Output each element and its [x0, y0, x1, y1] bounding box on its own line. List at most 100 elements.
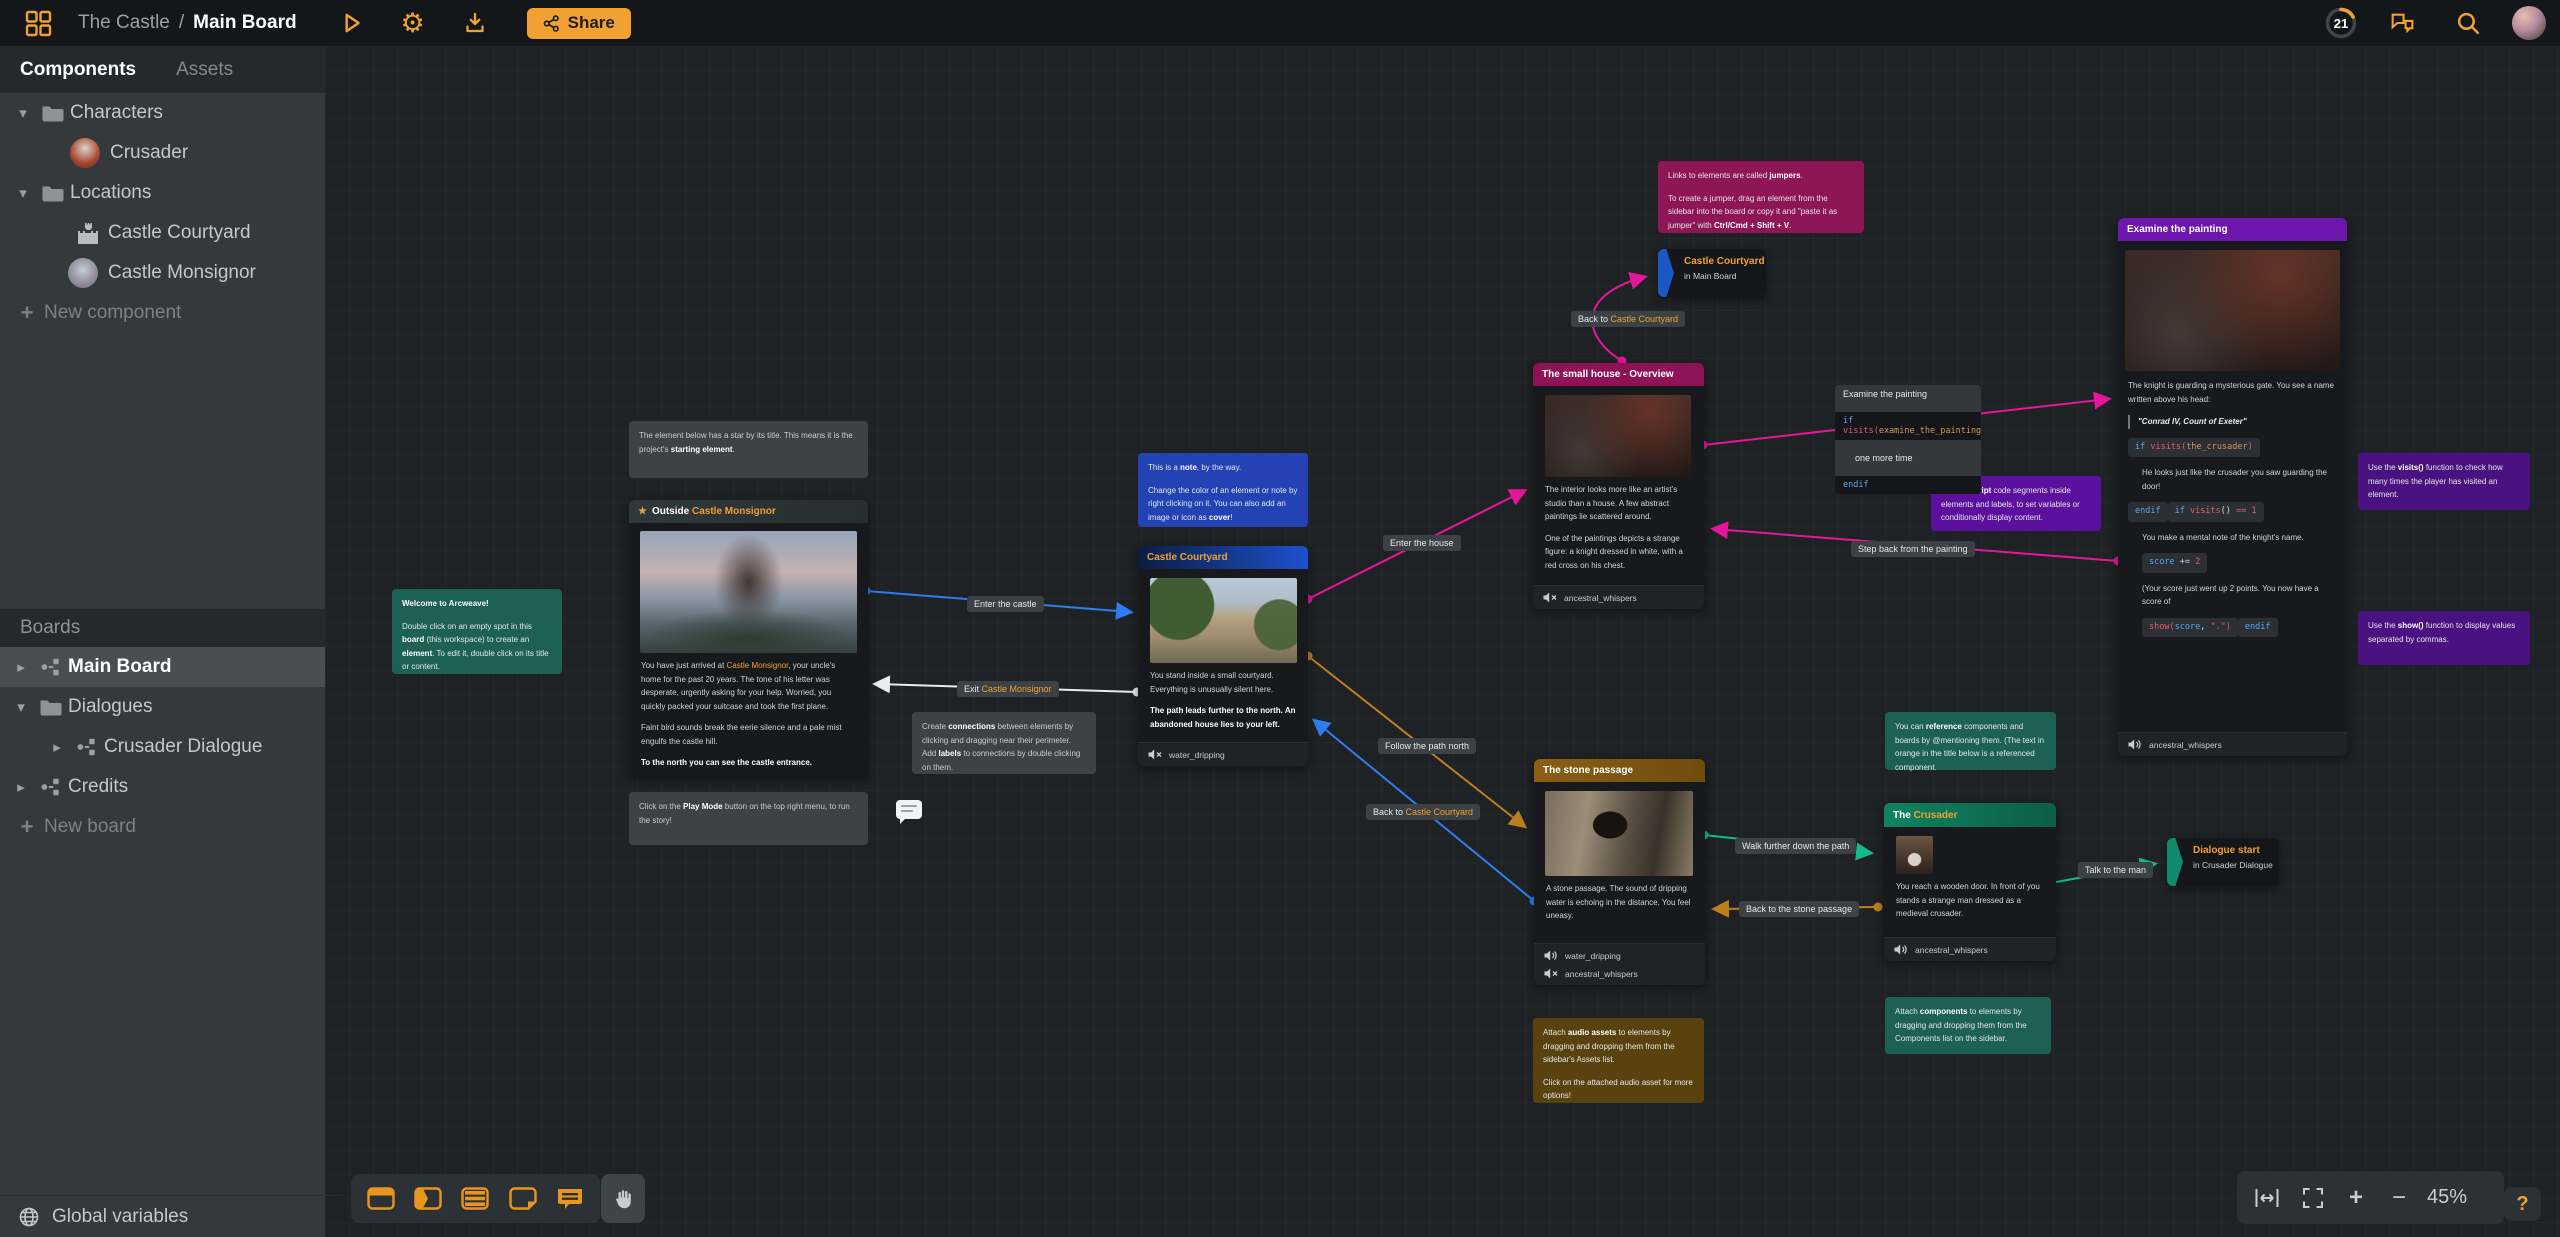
badge-count: 21	[2324, 6, 2358, 40]
jumper-title: Dialogue start	[2193, 845, 2273, 856]
sidebar-board-credits[interactable]: Credits	[0, 767, 325, 807]
jumper-dialogue-start[interactable]: Dialogue start in Crusader Dialogue	[2167, 838, 2279, 886]
sidebar-item-crusader[interactable]: Crusader	[0, 133, 325, 173]
fit-width-button[interactable]	[2247, 1178, 2287, 1218]
note-connections[interactable]: Create connections between elements by c…	[912, 712, 1096, 774]
user-avatar[interactable]	[2512, 6, 2546, 40]
note-jumpers[interactable]: Links to elements are called jumpers.To …	[1658, 161, 1864, 233]
pan-tool-button[interactable]	[601, 1174, 645, 1223]
note-starting-element[interactable]: The element below has a star by its titl…	[629, 421, 868, 478]
hand-icon	[611, 1187, 635, 1211]
connection-label-talk-man[interactable]: Talk to the man	[2078, 862, 2153, 878]
add-element-tool-icon[interactable]	[363, 1181, 399, 1217]
new-board-button[interactable]: New board	[0, 807, 325, 847]
chevron-right-icon[interactable]	[44, 738, 70, 756]
comments-button[interactable]	[2380, 6, 2424, 40]
note-play-mode[interactable]: Click on the Play Mode button on the top…	[629, 792, 868, 845]
breadcrumb-board[interactable]: Main Board	[193, 12, 296, 34]
board-icon	[70, 737, 104, 757]
label-text: one more time	[1835, 449, 1981, 467]
card-title: Castle Courtyard	[1147, 552, 1228, 563]
sidebar-folder-locations[interactable]: Locations	[0, 173, 325, 213]
app-window: The Castle / Main Board ⚙	[0, 0, 2560, 1237]
breadcrumb-project[interactable]: The Castle	[78, 12, 170, 34]
connection-label-back-courtyard-top[interactable]: Back to Castle Courtyard	[1571, 311, 1685, 327]
crusader-avatar	[70, 138, 100, 168]
fit-screen-button[interactable]	[2293, 1178, 2333, 1218]
audio-asset-chip[interactable]: ancestral_whispers	[1543, 592, 1694, 603]
globe-icon	[18, 1206, 40, 1228]
note-audio-assets[interactable]: Attach audio assets to elements by dragg…	[1533, 1018, 1704, 1103]
connection-label-follow-path[interactable]: Follow the path north	[1378, 738, 1476, 754]
play-mode-button[interactable]	[329, 6, 373, 40]
note-colors[interactable]: This is a note, by the way.Change the co…	[1138, 453, 1308, 527]
question-icon: ?	[2516, 1193, 2528, 1216]
comment-marker-icon[interactable]	[896, 800, 922, 819]
card-title: The Crusader	[1893, 810, 1957, 821]
note-visits-function[interactable]: Use the visits() function to check how m…	[2358, 453, 2530, 510]
element-card-small-house[interactable]: The small house - Overview The interior …	[1533, 363, 1704, 609]
settings-button[interactable]: ⚙	[391, 6, 435, 40]
connection-label-examine-painting-code[interactable]: Examine the painting if visits(examine_t…	[1835, 385, 1981, 494]
connection-label-step-back[interactable]: Step back from the painting	[1851, 541, 1975, 557]
tab-assets[interactable]: Assets	[176, 59, 233, 81]
jumper-castle-courtyard[interactable]: Castle Courtyard in Main Board	[1658, 249, 1766, 297]
note-reference[interactable]: You can reference components and boards …	[1885, 712, 2056, 770]
zoom-in-button[interactable]	[2339, 1178, 2373, 1218]
search-icon	[2455, 10, 2482, 37]
chevron-down-icon[interactable]	[10, 184, 36, 202]
sidebar-board-crusader-dialogue[interactable]: Crusader Dialogue	[0, 727, 325, 767]
audio-asset-chip[interactable]: ancestral_whispers	[2128, 739, 2337, 750]
connection-label-back-courtyard[interactable]: Back to Castle Courtyard	[1366, 804, 1480, 820]
element-card-crusader[interactable]: The Crusader You reach a wooden door. In…	[1884, 803, 2056, 961]
add-jumper-tool-icon[interactable]	[410, 1181, 446, 1217]
chevron-right-icon[interactable]	[8, 658, 34, 676]
zoom-out-button[interactable]	[2379, 1178, 2419, 1218]
zoom-level[interactable]: 45%	[2427, 1186, 2467, 1209]
breadcrumb: The Castle / Main Board	[78, 12, 297, 34]
connection-label-enter-house[interactable]: Enter the house	[1383, 535, 1461, 551]
connection-label-walk-further[interactable]: Walk further down the path	[1735, 838, 1856, 854]
global-variables-button[interactable]: Global variables	[0, 1195, 343, 1237]
share-label: Share	[568, 13, 615, 33]
sidebar-item-castle-courtyard[interactable]: Castle Courtyard	[0, 213, 325, 253]
help-button[interactable]: ?	[2504, 1187, 2541, 1221]
sidebar-folder-characters[interactable]: Characters	[0, 93, 325, 133]
sidebar-item-castle-monsignor[interactable]: Castle Monsignor	[0, 253, 325, 293]
label-code-if: if visits(examine_the_painting)	[1835, 412, 1981, 440]
note-welcome[interactable]: Welcome to Arcweave!Double click on an e…	[392, 589, 562, 674]
speaker-icon	[2128, 739, 2142, 750]
board-icon	[34, 657, 68, 677]
audio-asset-chip[interactable]: ancestral_whispers	[1544, 968, 1695, 979]
audio-asset-chip[interactable]: water_dripping	[1148, 749, 1298, 760]
share-button[interactable]: Share	[527, 8, 631, 39]
connection-label-exit-castle[interactable]: Exit Castle Monsignor	[957, 681, 1059, 697]
export-button[interactable]	[453, 6, 497, 40]
element-card-castle-courtyard[interactable]: Castle Courtyard You stand inside a smal…	[1138, 546, 1308, 766]
audio-asset-chip[interactable]: water_dripping	[1544, 950, 1695, 961]
element-card-outside-castle[interactable]: ★ Outside Castle Monsignor You have just…	[629, 500, 868, 777]
card-title: Examine the painting	[2127, 224, 2228, 235]
sidebar-board-main[interactable]: Main Board	[0, 647, 325, 687]
connection-label-back-stone[interactable]: Back to the stone passage	[1739, 901, 1859, 917]
jumper-board: in Main Board	[1684, 271, 1765, 281]
add-comment-tool-icon[interactable]	[552, 1181, 588, 1217]
chevron-down-icon[interactable]	[8, 698, 34, 716]
note-show-function[interactable]: Use the show() function to display value…	[2358, 611, 2530, 665]
notifications-badge[interactable]: 21	[2324, 6, 2358, 40]
connection-label-enter-castle[interactable]: Enter the castle	[967, 596, 1044, 612]
add-note-tool-icon[interactable]	[505, 1181, 541, 1217]
app-menu-icon[interactable]	[16, 6, 60, 40]
search-button[interactable]	[2446, 6, 2490, 40]
element-card-examine-painting[interactable]: Examine the painting The knight is guard…	[2118, 218, 2347, 756]
folder-icon	[34, 698, 68, 717]
chevron-down-icon[interactable]	[10, 104, 36, 122]
element-card-stone-passage[interactable]: The stone passage A stone passage. The s…	[1534, 759, 1705, 985]
chevron-right-icon[interactable]	[8, 778, 34, 796]
audio-asset-chip[interactable]: ancestral_whispers	[1894, 944, 2046, 955]
tab-components[interactable]: Components	[20, 59, 136, 81]
new-component-button[interactable]: New component	[0, 293, 325, 333]
sidebar-folder-dialogues[interactable]: Dialogues	[0, 687, 325, 727]
add-branch-tool-icon[interactable]	[457, 1181, 493, 1217]
note-attach-components[interactable]: Attach components to elements by draggin…	[1885, 997, 2051, 1054]
